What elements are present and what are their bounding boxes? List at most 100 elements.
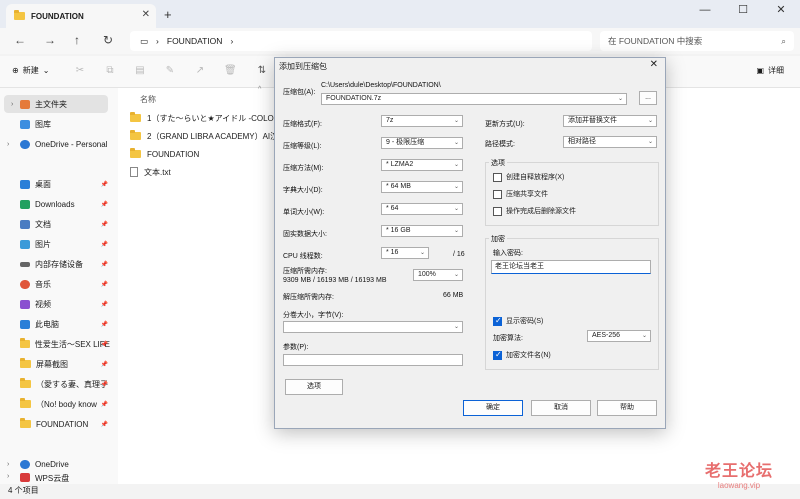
- parameters-input[interactable]: [283, 354, 463, 366]
- path-mode-select[interactable]: 相对路径 ⌄: [563, 136, 657, 148]
- encryption-method-select[interactable]: AES-256 ⌄: [587, 330, 651, 342]
- column-header-name[interactable]: 名称: [140, 94, 156, 105]
- sidebar-item-videos[interactable]: 视频 📌: [0, 295, 110, 313]
- list-item[interactable]: 2（GRAND LIBRA ACADEMY）AI汉化: [130, 128, 286, 144]
- sidebar-item-onedrive[interactable]: › OneDrive: [0, 455, 110, 473]
- search-input[interactable]: 在 FOUNDATION 中搜索 ⌕: [600, 31, 794, 51]
- show-password-checkbox[interactable]: 显示密码(S): [493, 316, 543, 326]
- sidebar-item-gallery[interactable]: 图库: [0, 115, 110, 133]
- breadcrumb-separator-icon[interactable]: ›: [230, 36, 233, 46]
- new-tab-button[interactable]: +: [164, 7, 172, 22]
- sidebar-item-this-pc[interactable]: 此电脑 📌: [0, 315, 110, 333]
- chevron-right-icon[interactable]: ›: [11, 101, 13, 108]
- sidebar-item-home[interactable]: › 主文件夹: [4, 95, 108, 113]
- pin-icon[interactable]: 📌: [101, 181, 108, 188]
- encrypt-filenames-checkbox[interactable]: 加密文件名(N): [493, 350, 551, 360]
- rename-icon[interactable]: ✎: [164, 65, 176, 77]
- sidebar-item-downloads[interactable]: Downloads 📌: [0, 195, 110, 213]
- chevron-right-icon[interactable]: ›: [7, 461, 9, 468]
- browse-button[interactable]: ...: [639, 91, 657, 105]
- password-input[interactable]: 老王论坛当老王: [491, 260, 651, 274]
- cpu-threads-select[interactable]: * 16 ⌄: [381, 247, 429, 259]
- delete-source-checkbox[interactable]: 操作完成后删除源文件: [493, 206, 576, 216]
- sidebar-item-wps[interactable]: › WPS云盘: [0, 473, 110, 484]
- method-select[interactable]: * LZMA2 ⌄: [381, 159, 463, 171]
- dialog-title: 添加到压缩包: [279, 62, 327, 71]
- chevron-right-icon[interactable]: ›: [7, 141, 9, 148]
- details-button[interactable]: ▣ 详细: [756, 65, 784, 76]
- close-tab-icon[interactable]: ✕: [142, 9, 150, 20]
- paste-icon[interactable]: ▤: [134, 65, 146, 77]
- pin-icon[interactable]: 📌: [101, 241, 108, 248]
- sidebar-item-sex-life[interactable]: 性爱生活～SEX LIFE 📌: [0, 335, 110, 353]
- tab-foundation[interactable]: FOUNDATION ✕: [6, 4, 156, 28]
- cancel-button[interactable]: 取消: [531, 400, 591, 416]
- pin-icon[interactable]: 📌: [101, 201, 108, 208]
- sort-icon[interactable]: ⇅: [256, 65, 268, 77]
- download-icon: [20, 199, 30, 209]
- sidebar-item-onedrive-personal[interactable]: › OneDrive - Personal: [0, 135, 110, 153]
- split-volume-select[interactable]: ⌄: [283, 321, 463, 333]
- pin-icon[interactable]: 📌: [101, 341, 108, 348]
- pin-icon[interactable]: 📌: [101, 221, 108, 228]
- refresh-icon[interactable]: ↻: [103, 33, 113, 47]
- format-select[interactable]: 7z ⌄: [381, 115, 463, 127]
- sidebar-item-foundation[interactable]: FOUNDATION 📌: [0, 415, 110, 433]
- chevron-down-icon: ⌄: [453, 184, 459, 190]
- list-item[interactable]: FOUNDATION: [130, 146, 199, 162]
- forward-arrow-icon[interactable]: →: [44, 33, 56, 47]
- sidebar-item-internal-storage[interactable]: 内部存储设备 📌: [0, 255, 110, 273]
- decompress-memory-value: 66 MB: [443, 292, 464, 299]
- folder-icon: [14, 10, 25, 20]
- checkbox-label: 显示密码(S): [506, 318, 544, 325]
- options-button[interactable]: 选项: [285, 379, 343, 395]
- sidebar-item-documents[interactable]: 文档 📌: [0, 215, 110, 233]
- sidebar-item-music[interactable]: 音乐 📌: [0, 275, 110, 293]
- maximize-button[interactable]: ☐: [724, 0, 762, 22]
- minimize-button[interactable]: —: [686, 0, 724, 22]
- dictionary-select[interactable]: * 64 MB ⌄: [381, 181, 463, 193]
- pin-icon[interactable]: 📌: [101, 281, 108, 288]
- solid-block-select[interactable]: * 16 GB ⌄: [381, 225, 463, 237]
- ok-button[interactable]: 确定: [463, 400, 523, 416]
- cut-icon[interactable]: ✂: [74, 65, 86, 77]
- breadcrumb-separator-icon[interactable]: ›: [156, 36, 159, 46]
- list-item[interactable]: 1（すた～らいと★アイドル -COLORFUL: [130, 110, 295, 126]
- pin-icon[interactable]: 📌: [101, 361, 108, 368]
- pin-icon[interactable]: 📌: [101, 301, 108, 308]
- pin-icon[interactable]: 📌: [101, 421, 108, 428]
- sidebar-item-screenshots[interactable]: 屏幕截图 📌: [0, 355, 110, 373]
- create-sfx-checkbox[interactable]: 创建自释放程序(X): [493, 172, 564, 182]
- pin-icon[interactable]: 📌: [101, 401, 108, 408]
- list-item[interactable]: 文本.txt: [130, 164, 171, 180]
- sidebar-item-pictures[interactable]: 图片 📌: [0, 235, 110, 253]
- pin-icon[interactable]: 📌: [101, 261, 108, 268]
- update-mode-select[interactable]: 添加并替换文件 ⌄: [563, 115, 657, 127]
- home-icon: [20, 99, 30, 109]
- chevron-down-icon: ⌄: [453, 272, 459, 278]
- new-button[interactable]: ⊕ 新建 ⌄: [12, 65, 49, 76]
- copy-icon[interactable]: ⧉: [104, 65, 116, 77]
- sidebar-item-label: （No! body know: [36, 399, 97, 409]
- pin-icon[interactable]: 📌: [101, 321, 108, 328]
- up-arrow-icon[interactable]: ↑: [74, 33, 80, 47]
- archive-name-combo[interactable]: FOUNDATION.7z ⌄: [321, 93, 627, 105]
- memory-percent-select[interactable]: 100% ⌄: [413, 269, 463, 281]
- close-icon[interactable]: ✕: [650, 59, 658, 70]
- word-size-select[interactable]: * 64 ⌄: [381, 203, 463, 215]
- help-button[interactable]: 帮助: [597, 400, 657, 416]
- chevron-right-icon[interactable]: ›: [7, 473, 9, 480]
- level-select[interactable]: 9 - 极限压缩 ⌄: [381, 137, 463, 149]
- sidebar-item-folder-love[interactable]: （愛する妻、真理子 📌: [0, 375, 110, 393]
- breadcrumb-foundation[interactable]: FOUNDATION: [167, 36, 223, 46]
- delete-icon[interactable]: 🗑: [224, 65, 237, 77]
- back-arrow-icon[interactable]: ←: [14, 33, 26, 47]
- address-field[interactable]: ▭ › FOUNDATION ›: [130, 31, 592, 51]
- shared-files-checkbox[interactable]: 压缩共享文件: [493, 189, 548, 199]
- pin-icon[interactable]: 📌: [101, 381, 108, 388]
- sidebar-item-desktop[interactable]: 桌面 📌: [0, 175, 110, 193]
- share-icon[interactable]: ↗: [194, 65, 206, 77]
- sidebar-item-folder-no[interactable]: （No! body know 📌: [0, 395, 110, 413]
- close-window-button[interactable]: ✕: [762, 0, 800, 22]
- chevron-down-icon: ⌄: [419, 250, 425, 256]
